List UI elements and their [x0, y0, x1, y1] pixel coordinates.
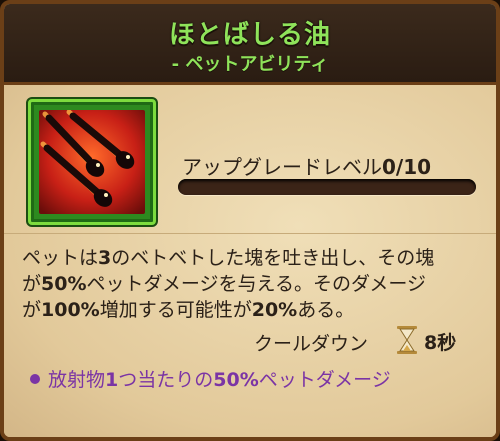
divider [4, 233, 496, 234]
cooldown-label: クールダウン [254, 333, 369, 355]
upgrade-progress-bar [178, 179, 476, 195]
upgrade-level-label: アップグレードレベル0/10 [182, 151, 431, 180]
bullet-dot-icon [30, 374, 40, 384]
flaming-oil-blob-icon [39, 110, 145, 214]
ability-icon-frame [28, 99, 156, 225]
cooldown-value: 8秒 [424, 332, 457, 354]
description-line-2: が50%ペットダメージを与える。そのダメージ [22, 273, 427, 295]
hourglass-icon [396, 325, 418, 355]
ability-description: ペットは3のベトベトした塊を吐き出し、その塊 が50%ペットダメージを与える。そ… [22, 245, 482, 323]
ability-type-subtitle: - ペットアビリティ [171, 54, 329, 75]
upgrade-level-text: アップグレードレベル [182, 155, 382, 179]
description-line-1: ペットは3のベトベトした塊を吐き出し、その塊 [22, 247, 435, 269]
description-line-3: が100%増加する可能性が20%ある。 [22, 299, 355, 321]
ability-title: ほとばしる油 [168, 20, 331, 50]
ability-tooltip-panel: ほとばしる油 - ペットアビリティ アップグレードレベル0/10 ペットは3のベ… [0, 0, 500, 441]
tooltip-header: ほとばしる油 - ペットアビリティ [4, 4, 496, 85]
bonus-effect-text: 放射物1つ当たりの50%ペットダメージ [48, 369, 391, 391]
tooltip-body: アップグレードレベル0/10 ペットは3のベトベトした塊を吐き出し、その塊 が5… [4, 85, 496, 437]
upgrade-level-value: 0/10 [382, 155, 432, 179]
